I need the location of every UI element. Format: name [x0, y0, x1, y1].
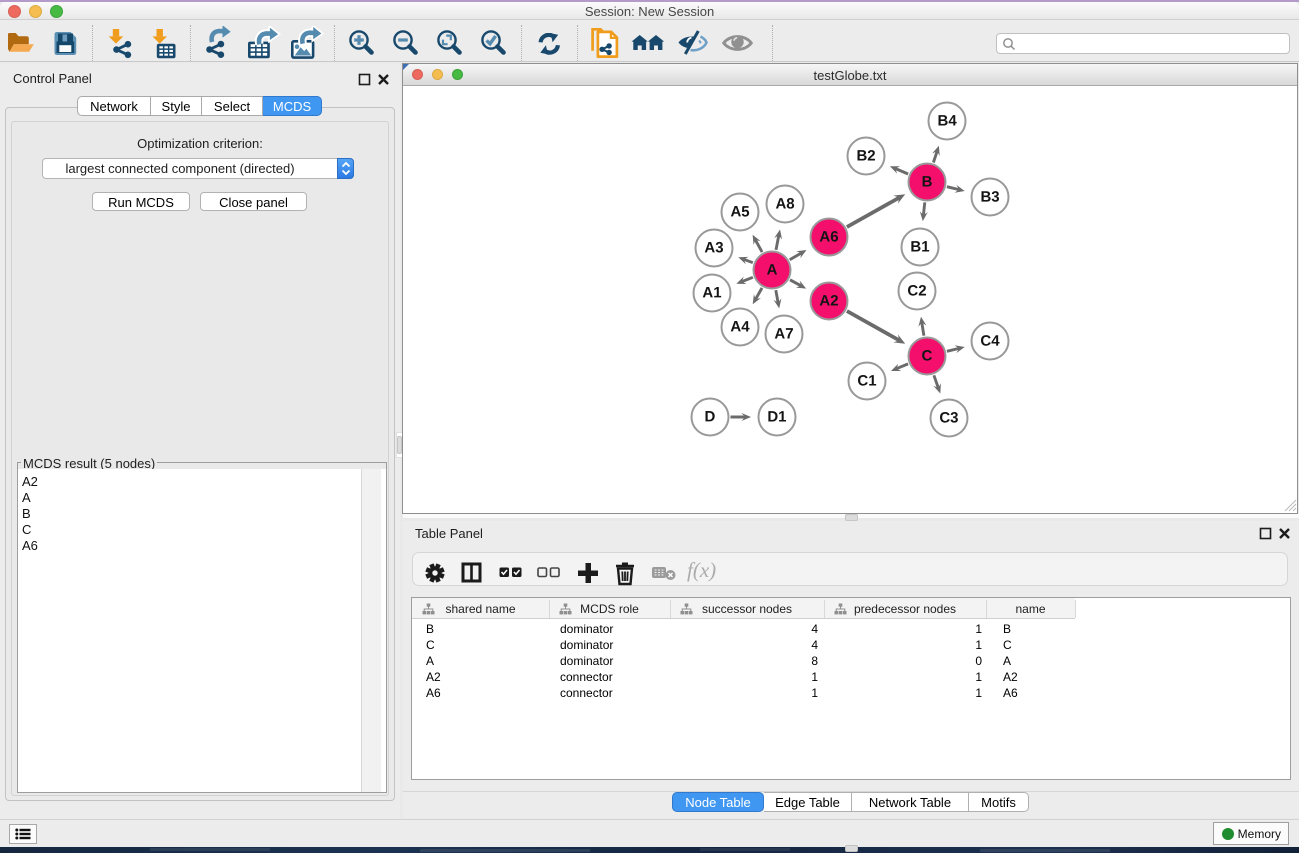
svg-text:C4: C4	[980, 333, 1000, 350]
svg-text:B4: B4	[937, 113, 957, 130]
svg-text:A1: A1	[702, 284, 721, 301]
svg-text:A2: A2	[819, 292, 838, 309]
svg-text:B2: B2	[856, 148, 875, 165]
svg-text:A4: A4	[730, 318, 750, 335]
svg-text:D1: D1	[767, 408, 786, 425]
svg-text:C2: C2	[907, 283, 926, 300]
svg-text:A5: A5	[730, 203, 749, 220]
svg-text:A7: A7	[774, 325, 793, 342]
svg-text:B: B	[922, 174, 933, 191]
svg-text:C1: C1	[857, 373, 876, 390]
svg-text:D: D	[705, 408, 716, 425]
svg-text:A8: A8	[775, 195, 794, 212]
svg-text:B3: B3	[980, 189, 999, 206]
svg-text:C3: C3	[939, 410, 958, 427]
svg-text:B1: B1	[910, 239, 929, 256]
svg-text:A6: A6	[819, 228, 838, 245]
svg-text:A: A	[767, 261, 778, 278]
svg-text:C: C	[922, 348, 933, 365]
svg-text:A3: A3	[704, 239, 723, 256]
